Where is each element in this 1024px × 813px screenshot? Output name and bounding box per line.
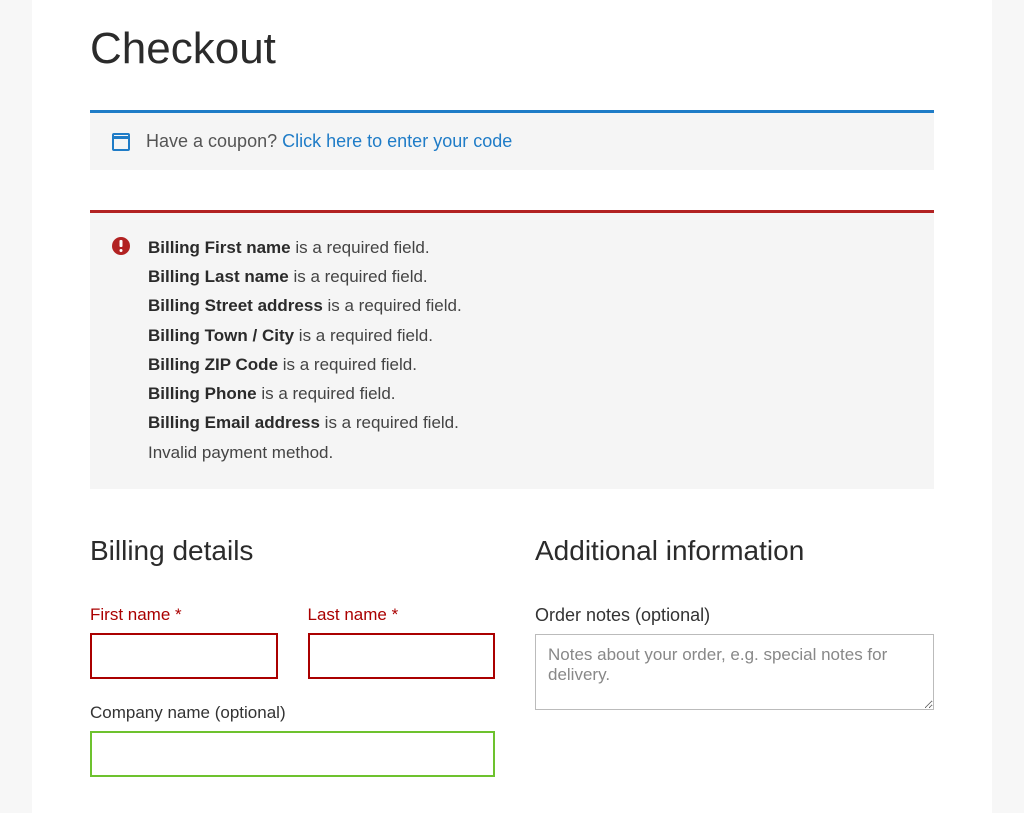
alert-icon <box>112 237 130 255</box>
error-item: Billing First name is a required field. <box>148 233 462 262</box>
error-item: Billing Town / City is a required field. <box>148 321 462 350</box>
first-name-field: First name * <box>90 605 278 679</box>
billing-column: Billing details First name * Last name * <box>90 535 495 801</box>
coupon-link[interactable]: Click here to enter your code <box>282 131 512 151</box>
coupon-text-container: Have a coupon? Click here to enter your … <box>146 131 512 152</box>
additional-heading: Additional information <box>535 535 934 567</box>
order-notes-label: Order notes (optional) <box>535 605 934 626</box>
coupon-notice: Have a coupon? Click here to enter your … <box>90 110 934 170</box>
error-item: Invalid payment method. <box>148 438 462 467</box>
last-name-input[interactable] <box>308 633 496 679</box>
error-notice: Billing First name is a required field. … <box>90 210 934 489</box>
order-notes-input[interactable] <box>535 634 934 710</box>
first-name-input[interactable] <box>90 633 278 679</box>
first-name-label: First name * <box>90 605 278 625</box>
page-title: Checkout <box>90 24 934 74</box>
error-item: Billing ZIP Code is a required field. <box>148 350 462 379</box>
billing-heading: Billing details <box>90 535 495 567</box>
error-item: Billing Last name is a required field. <box>148 262 462 291</box>
name-row: First name * Last name * <box>90 605 495 679</box>
checkout-page: Checkout Have a coupon? Click here to en… <box>32 0 992 813</box>
error-item: Billing Email address is a required fiel… <box>148 408 462 437</box>
company-label: Company name (optional) <box>90 703 495 723</box>
last-name-field: Last name * <box>308 605 496 679</box>
error-item: Billing Street address is a required fie… <box>148 291 462 320</box>
additional-column: Additional information Order notes (opti… <box>535 535 934 801</box>
coupon-question: Have a coupon? <box>146 131 277 151</box>
error-item: Billing Phone is a required field. <box>148 379 462 408</box>
company-input[interactable] <box>90 731 495 777</box>
last-name-label: Last name * <box>308 605 496 625</box>
company-field: Company name (optional) <box>90 703 495 777</box>
calendar-icon <box>112 133 130 151</box>
error-list: Billing First name is a required field. … <box>148 233 462 467</box>
form-columns: Billing details First name * Last name * <box>90 535 934 801</box>
